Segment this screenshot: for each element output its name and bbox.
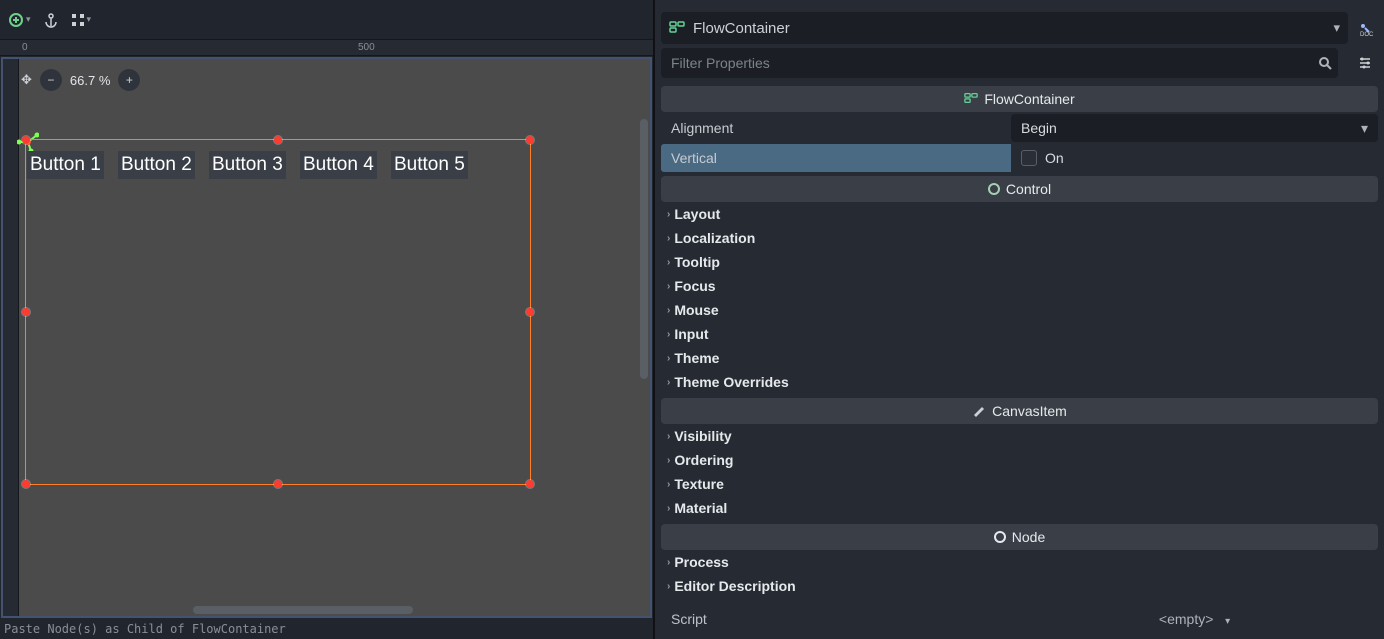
chevron-right-icon: › bbox=[667, 479, 670, 490]
horizontal-scrollbar[interactable] bbox=[193, 606, 413, 614]
chevron-right-icon: › bbox=[667, 281, 670, 292]
chevron-down-icon: ▾ bbox=[1225, 616, 1230, 627]
chevron-right-icon: › bbox=[667, 329, 670, 340]
canvas-button[interactable]: Button 3 bbox=[209, 151, 286, 179]
group-process[interactable]: ›Process bbox=[661, 550, 1378, 574]
group-localization[interactable]: ›Localization bbox=[661, 226, 1378, 250]
section-canvasitem[interactable]: CanvasItem bbox=[661, 398, 1378, 424]
section-title: FlowContainer bbox=[984, 91, 1074, 107]
section-title: Control bbox=[1006, 181, 1051, 197]
group-input[interactable]: ›Input bbox=[661, 322, 1378, 346]
resize-handle[interactable] bbox=[22, 136, 30, 144]
canvas-button[interactable]: Button 1 bbox=[27, 151, 104, 179]
flowcontainer-icon bbox=[669, 19, 685, 38]
center-view-icon[interactable]: ✥ bbox=[21, 72, 32, 88]
grid-snap-dropdown[interactable]: ▾ bbox=[67, 6, 96, 34]
canvasitem-icon bbox=[972, 403, 986, 420]
resize-handle[interactable] bbox=[526, 480, 534, 488]
viewport-canvas[interactable]: ✥ − 66.7 % + bbox=[1, 57, 652, 618]
filter-properties-input[interactable] bbox=[661, 48, 1338, 78]
ruler-tick: 500 bbox=[358, 42, 375, 53]
zoom-in-button[interactable]: + bbox=[118, 69, 140, 91]
canvas-button[interactable]: Button 4 bbox=[300, 151, 377, 179]
viewport-toolbar: ▾ ▾ bbox=[0, 0, 653, 40]
chevron-down-icon: ▾ bbox=[87, 14, 92, 25]
chevron-right-icon: › bbox=[667, 557, 670, 568]
svg-text:DOC: DOC bbox=[1360, 32, 1374, 37]
vertical-scrollbar[interactable] bbox=[640, 119, 648, 379]
flowcontainer-icon bbox=[964, 91, 978, 108]
chevron-right-icon: › bbox=[667, 257, 670, 268]
chevron-right-icon: › bbox=[667, 305, 670, 316]
filter-settings-button[interactable] bbox=[1352, 50, 1378, 76]
chevron-right-icon: › bbox=[667, 455, 670, 466]
group-theme-overrides[interactable]: ›Theme Overrides bbox=[661, 370, 1378, 394]
zoom-level[interactable]: 66.7 % bbox=[70, 73, 110, 88]
resize-handle[interactable] bbox=[526, 308, 534, 316]
add-node-dropdown[interactable]: ▾ bbox=[4, 6, 35, 34]
group-layout[interactable]: ›Layout bbox=[661, 202, 1378, 226]
zoom-out-button[interactable]: − bbox=[40, 69, 62, 91]
zoom-controls: ✥ − 66.7 % + bbox=[21, 69, 140, 91]
open-docs-button[interactable]: DOC bbox=[1352, 15, 1378, 41]
section-title: CanvasItem bbox=[992, 403, 1067, 419]
group-focus[interactable]: ›Focus bbox=[661, 274, 1378, 298]
prop-script-value[interactable]: <empty> ▾ bbox=[1011, 611, 1378, 627]
resize-handle[interactable] bbox=[274, 136, 282, 144]
search-icon[interactable] bbox=[1312, 50, 1338, 76]
prop-vertical-label: Vertical bbox=[661, 144, 1011, 172]
resize-handle[interactable] bbox=[526, 136, 534, 144]
chevron-right-icon: › bbox=[667, 581, 670, 592]
group-mouse[interactable]: ›Mouse bbox=[661, 298, 1378, 322]
resize-handle[interactable] bbox=[274, 480, 282, 488]
prop-script-label: Script bbox=[661, 611, 1011, 627]
selection-rect[interactable] bbox=[25, 139, 531, 485]
chevron-right-icon: › bbox=[667, 353, 670, 364]
node-icon bbox=[994, 531, 1006, 543]
node-type-label: FlowContainer bbox=[693, 20, 790, 37]
chevron-right-icon: › bbox=[667, 503, 670, 514]
chevron-down-icon: ▾ bbox=[1361, 120, 1368, 137]
anchor-tool[interactable] bbox=[37, 6, 65, 34]
viewport-pane: ▾ ▾ 0 500 ✥ − 66.7 % + bbox=[0, 0, 655, 639]
inspector-pane: FlowContainer ▾ DOC FlowContainer bbox=[655, 0, 1384, 639]
horizontal-ruler: 0 500 bbox=[0, 40, 653, 56]
inspector-body: FlowContainer Alignment Begin ▾ Vertical… bbox=[655, 82, 1384, 639]
section-flowcontainer[interactable]: FlowContainer bbox=[661, 86, 1378, 112]
canvas-button[interactable]: Button 5 bbox=[391, 151, 468, 179]
canvas-button[interactable]: Button 2 bbox=[118, 151, 195, 179]
prop-vertical-value[interactable]: On bbox=[1011, 144, 1378, 172]
section-node[interactable]: Node bbox=[661, 524, 1378, 550]
chevron-right-icon: › bbox=[667, 209, 670, 220]
chevron-down-icon: ▾ bbox=[26, 14, 31, 25]
chevron-right-icon: › bbox=[667, 377, 670, 388]
status-bar: Paste Node(s) as Child of FlowContainer bbox=[0, 619, 653, 639]
group-ordering[interactable]: ›Ordering bbox=[661, 448, 1378, 472]
group-tooltip[interactable]: ›Tooltip bbox=[661, 250, 1378, 274]
group-editor-description[interactable]: ›Editor Description bbox=[661, 574, 1378, 598]
section-title: Node bbox=[1012, 529, 1045, 545]
group-theme[interactable]: ›Theme bbox=[661, 346, 1378, 370]
prop-alignment-value[interactable]: Begin ▾ bbox=[1011, 114, 1378, 142]
chevron-right-icon: › bbox=[667, 233, 670, 244]
resize-handle[interactable] bbox=[22, 480, 30, 488]
prop-alignment-label: Alignment bbox=[661, 120, 1011, 136]
control-icon bbox=[988, 183, 1000, 195]
vertical-checkbox[interactable] bbox=[1021, 150, 1037, 166]
group-texture[interactable]: ›Texture bbox=[661, 472, 1378, 496]
node-type-selector[interactable]: FlowContainer ▾ bbox=[661, 12, 1348, 44]
group-material[interactable]: ›Material bbox=[661, 496, 1378, 520]
chevron-right-icon: › bbox=[667, 431, 670, 442]
chevron-down-icon: ▾ bbox=[1333, 20, 1340, 36]
resize-handle[interactable] bbox=[22, 308, 30, 316]
section-control[interactable]: Control bbox=[661, 176, 1378, 202]
group-visibility[interactable]: ›Visibility bbox=[661, 424, 1378, 448]
ruler-tick: 0 bbox=[22, 42, 28, 53]
